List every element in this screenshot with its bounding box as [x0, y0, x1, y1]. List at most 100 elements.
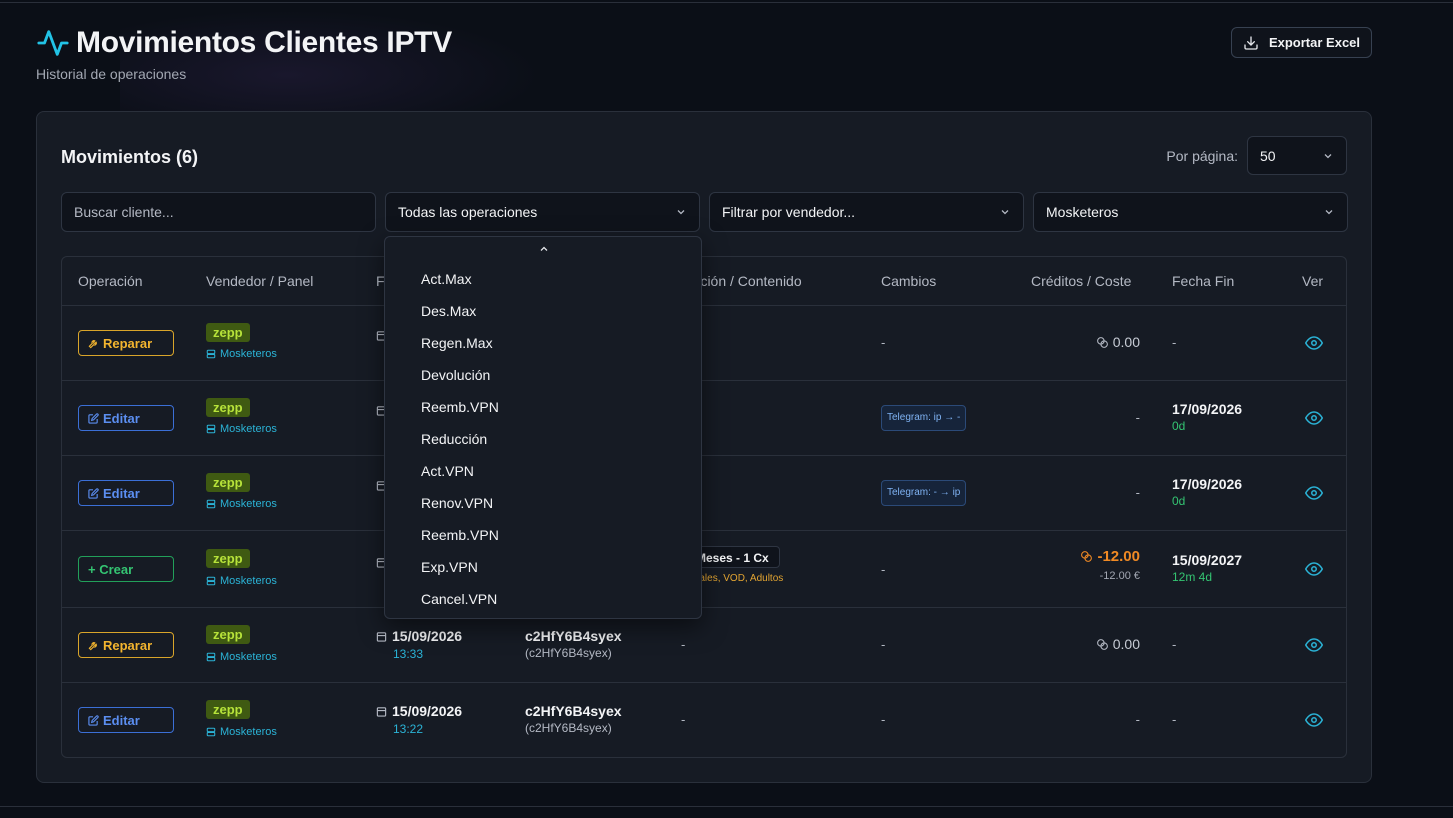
operation-label: Editar — [103, 712, 140, 728]
eye-icon[interactable] — [1305, 334, 1323, 352]
panel-filter-select[interactable]: Mosketeros — [1033, 192, 1348, 232]
dropdown-item[interactable]: Cancel.VPN — [421, 591, 497, 607]
filters-bar: Todas las operaciones Filtrar por vended… — [61, 192, 1348, 232]
credits-cell: 0.00 — [1096, 334, 1140, 350]
calendar-icon — [376, 631, 387, 642]
column-header-credits[interactable]: Créditos / Coste — [1031, 273, 1131, 289]
chevron-down-icon — [1325, 210, 1333, 215]
dropdown-item[interactable]: Devolución — [421, 367, 490, 383]
per-page-value: 50 — [1260, 147, 1276, 164]
telegram-change-badge: Telegram: ip → - — [881, 405, 967, 431]
operation-badge-editar[interactable]: Editar — [78, 480, 174, 506]
seller-filter-select[interactable]: Filtrar por vendedor... — [709, 192, 1024, 232]
card-title: Movimientos (6) — [61, 147, 199, 167]
wrench-icon — [88, 339, 97, 348]
seller-badge: zepp — [206, 398, 250, 417]
per-page-control: Por página: 50 — [1166, 136, 1347, 175]
table-row: Editar zepp Mosketeros Telegram: - → ip … — [62, 456, 1346, 531]
operation-badge-reparar[interactable]: Reparar — [78, 330, 174, 356]
panel-label: Mosketeros — [206, 498, 277, 510]
eye-icon[interactable] — [1305, 636, 1323, 654]
eye-icon[interactable] — [1305, 409, 1323, 427]
operation-filter-value: Todas las operaciones — [398, 204, 538, 220]
seller-badge: zepp — [206, 473, 250, 492]
eye-icon[interactable] — [1305, 484, 1323, 502]
seller-badge: zepp — [206, 549, 250, 568]
duration-cell: - — [681, 712, 686, 727]
dropdown-item[interactable]: Renov.VPN — [421, 495, 493, 511]
page-header: Movimientos Clientes IPTV Historial de o… — [36, 26, 1372, 96]
movements-table: Operación Vendedor / Panel F ración / Co… — [61, 256, 1347, 758]
column-header-seller[interactable]: Vendedor / Panel — [206, 273, 313, 289]
page-subtitle: Historial de operaciones — [36, 66, 187, 82]
telegram-change-badge: Telegram: - → ip — [881, 480, 967, 506]
changes-cell: - — [881, 712, 886, 727]
dropdown-item[interactable]: Des.Max — [421, 303, 476, 319]
operation-label: Reparar — [103, 335, 153, 351]
bottom-divider — [0, 806, 1453, 807]
end-date-cell: 15/09/2027 12m 4d — [1172, 552, 1243, 584]
edit-icon — [88, 412, 99, 424]
credits-cell: - — [1135, 485, 1140, 500]
panel-label: Mosketeros — [206, 348, 277, 360]
server-icon — [206, 424, 216, 434]
operation-label: + Crear — [88, 561, 134, 577]
table-row: Reparar zepp Mosketeros - 0.00 - — [62, 306, 1346, 381]
operation-label: Editar — [103, 410, 140, 426]
movements-card: Movimientos (6) Por página: 50 Todas las… — [36, 111, 1372, 783]
dropdown-item[interactable]: Reducción — [421, 431, 487, 447]
title-row: Movimientos Clientes IPTV — [36, 26, 1372, 60]
table-row: + Crear zepp Mosketeros 2 Meses - 1 Cx C… — [62, 531, 1346, 608]
operation-filter-select[interactable]: Todas las operaciones — [385, 192, 700, 232]
dropdown-item[interactable]: Act.VPN — [421, 463, 474, 479]
credits-cell: - — [1135, 410, 1140, 425]
date-cell: 15/09/2026 13:22 — [376, 703, 462, 736]
changes-cell: - — [881, 335, 886, 350]
client-cell: c2HfY6B4syex (c2HfY6B4syex) — [525, 703, 622, 735]
end-date-cell: - — [1172, 335, 1177, 350]
column-header-end-date[interactable]: Fecha Fin — [1172, 273, 1234, 289]
chevron-down-icon — [1001, 210, 1009, 215]
duration-cell: - — [681, 637, 686, 652]
dropdown-item[interactable]: Act.Max — [421, 271, 472, 287]
panel-label: Mosketeros — [206, 726, 277, 738]
top-divider — [0, 2, 1453, 3]
column-header-changes[interactable]: Cambios — [881, 273, 936, 289]
chevron-up-icon[interactable] — [537, 243, 551, 255]
dropdown-item[interactable]: Reemb.VPN — [421, 399, 499, 415]
activity-icon — [37, 30, 69, 56]
edit-icon — [88, 714, 99, 726]
dropdown-item[interactable]: Reemb.VPN — [421, 527, 499, 543]
search-input[interactable] — [61, 192, 376, 232]
per-page-select[interactable]: 50 — [1247, 136, 1347, 175]
calendar-icon — [376, 706, 387, 717]
column-header-operation[interactable]: Operación — [78, 273, 143, 289]
eye-icon[interactable] — [1305, 711, 1323, 729]
table-row: Editar zepp Mosketeros 15/09/2026 13:22 … — [62, 683, 1346, 757]
dropdown-item[interactable]: Regen.Max — [421, 335, 493, 351]
edit-icon — [88, 487, 99, 499]
seller-badge: zepp — [206, 700, 250, 719]
end-date-cell: 17/09/2026 0d — [1172, 476, 1243, 508]
server-icon — [206, 349, 216, 359]
operation-badge-editar[interactable]: Editar — [78, 707, 174, 733]
server-icon — [206, 576, 216, 586]
operation-badge-crear[interactable]: + Crear — [78, 556, 174, 582]
panel-label: Mosketeros — [206, 651, 277, 663]
panel-label: Mosketeros — [206, 575, 277, 587]
export-excel-button[interactable]: Exportar Excel — [1231, 27, 1372, 58]
seller-badge: zepp — [206, 323, 250, 342]
column-header-duration[interactable]: ración / Contenido — [688, 273, 802, 289]
eye-icon[interactable] — [1305, 560, 1323, 578]
operation-badge-reparar[interactable]: Reparar — [78, 632, 174, 658]
seller-badge: zepp — [206, 625, 250, 644]
date-cell: 15/09/2026 13:33 — [376, 628, 462, 661]
changes-cell: Telegram: - → ip — [881, 480, 967, 506]
dropdown-item[interactable]: Exp.VPN — [421, 559, 478, 575]
operation-label: Reparar — [103, 637, 153, 653]
coins-icon — [1096, 336, 1108, 348]
end-date-cell: 17/09/2026 0d — [1172, 401, 1243, 433]
wrench-icon — [88, 641, 97, 650]
operation-badge-editar[interactable]: Editar — [78, 405, 174, 431]
download-icon — [1244, 35, 1258, 50]
